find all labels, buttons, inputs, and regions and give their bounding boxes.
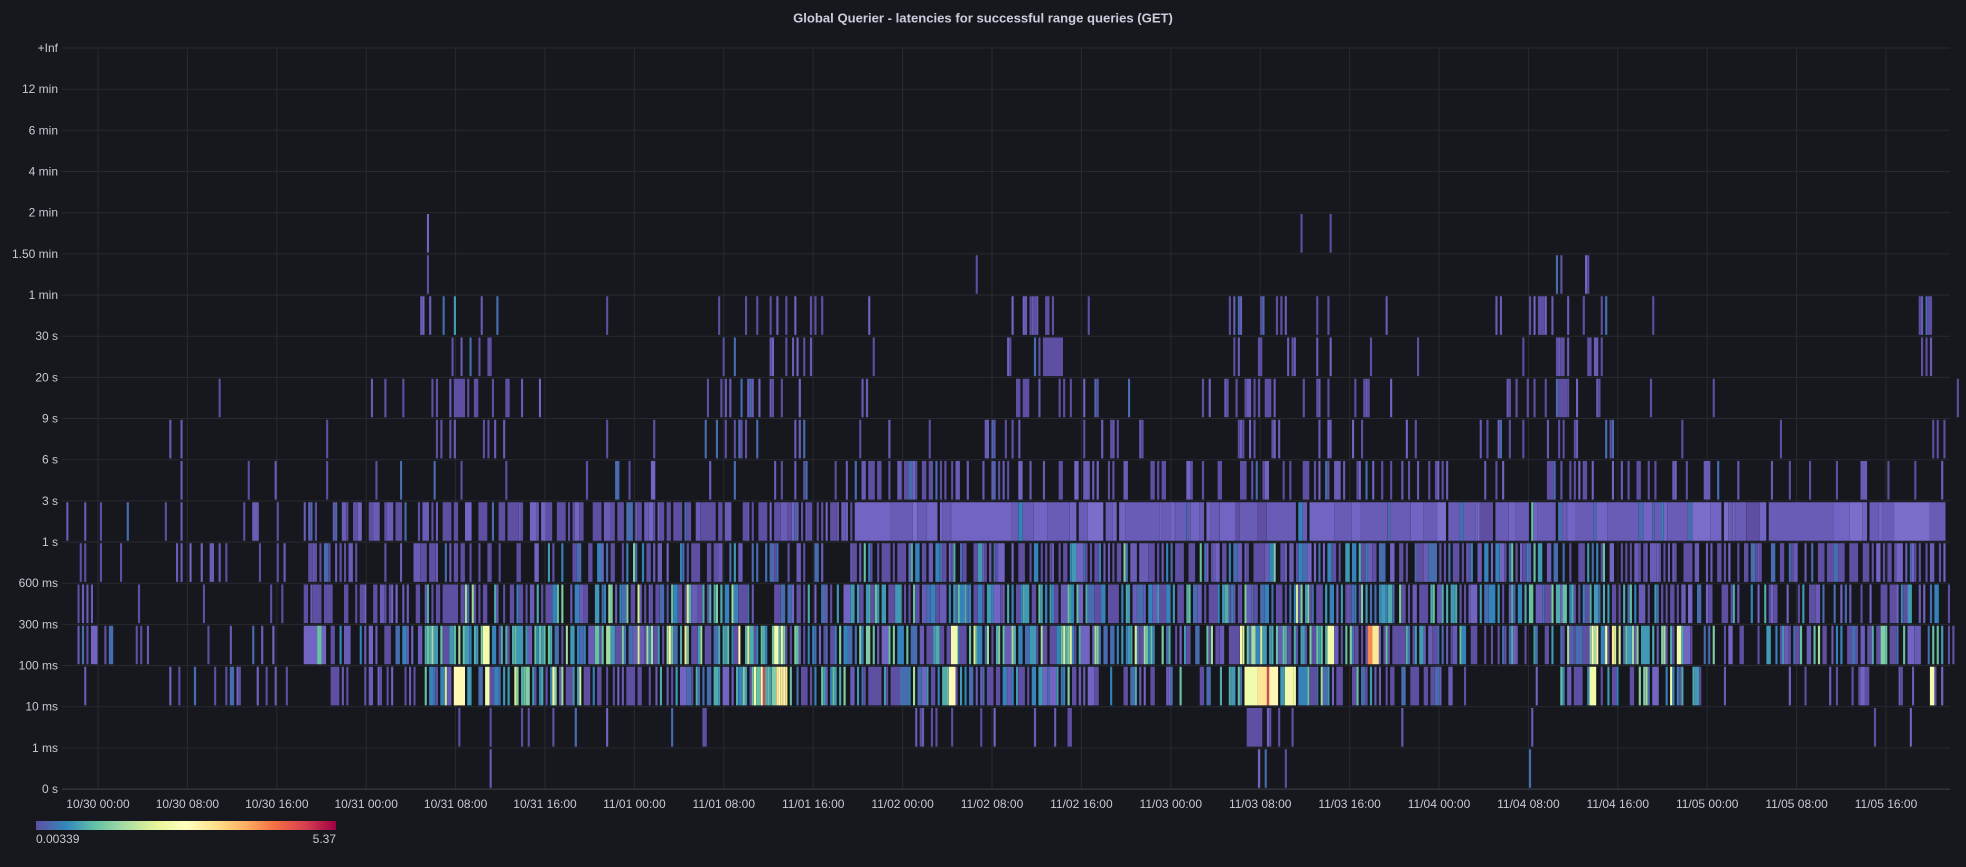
svg-text:11/04 00:00: 11/04 00:00 (1408, 797, 1471, 811)
svg-text:1 s: 1 s (42, 535, 58, 549)
svg-text:30 s: 30 s (35, 329, 58, 343)
svg-text:11/01 00:00: 11/01 00:00 (603, 797, 666, 811)
svg-text:11/03 00:00: 11/03 00:00 (1140, 797, 1203, 811)
svg-text:0.00339: 0.00339 (36, 832, 80, 846)
svg-text:10/30 08:00: 10/30 08:00 (156, 797, 220, 811)
svg-text:4 min: 4 min (29, 165, 58, 179)
svg-text:11/03 16:00: 11/03 16:00 (1318, 797, 1381, 811)
svg-text:3 s: 3 s (42, 494, 58, 508)
svg-text:11/01 08:00: 11/01 08:00 (693, 797, 756, 811)
svg-text:10/31 16:00: 10/31 16:00 (513, 797, 577, 811)
svg-text:100 ms: 100 ms (19, 659, 58, 673)
svg-text:10/31 08:00: 10/31 08:00 (424, 797, 488, 811)
svg-text:2 min: 2 min (29, 206, 58, 220)
svg-text:10/30 00:00: 10/30 00:00 (66, 797, 130, 811)
svg-text:11/02 08:00: 11/02 08:00 (961, 797, 1024, 811)
svg-text:11/01 16:00: 11/01 16:00 (782, 797, 845, 811)
svg-text:1.50 min: 1.50 min (12, 247, 58, 261)
svg-text:11/05 00:00: 11/05 00:00 (1676, 797, 1739, 811)
svg-text:11/04 16:00: 11/04 16:00 (1587, 797, 1650, 811)
svg-text:1 min: 1 min (29, 288, 58, 302)
svg-text:10/30 16:00: 10/30 16:00 (245, 797, 309, 811)
svg-text:1 ms: 1 ms (32, 741, 58, 755)
svg-text:11/05 16:00: 11/05 16:00 (1855, 797, 1918, 811)
svg-text:10/31 00:00: 10/31 00:00 (334, 797, 398, 811)
svg-text:11/03 08:00: 11/03 08:00 (1229, 797, 1292, 811)
svg-text:6 s: 6 s (42, 453, 58, 467)
svg-text:0 s: 0 s (42, 782, 58, 796)
svg-text:11/05 08:00: 11/05 08:00 (1765, 797, 1828, 811)
svg-text:300 ms: 300 ms (19, 617, 58, 631)
svg-text:5.37: 5.37 (313, 832, 337, 846)
svg-text:+Inf: +Inf (38, 41, 59, 55)
svg-text:600 ms: 600 ms (19, 576, 58, 590)
svg-text:10 ms: 10 ms (25, 700, 58, 714)
svg-text:6 min: 6 min (29, 123, 58, 137)
svg-text:11/04 08:00: 11/04 08:00 (1497, 797, 1560, 811)
svg-text:Global Querier - latencies for: Global Querier - latencies for successfu… (793, 11, 1173, 26)
svg-text:11/02 00:00: 11/02 00:00 (871, 797, 934, 811)
svg-text:12 min: 12 min (22, 82, 58, 96)
svg-text:11/02 16:00: 11/02 16:00 (1050, 797, 1113, 811)
svg-text:9 s: 9 s (42, 412, 58, 426)
svg-text:20 s: 20 s (35, 370, 58, 384)
